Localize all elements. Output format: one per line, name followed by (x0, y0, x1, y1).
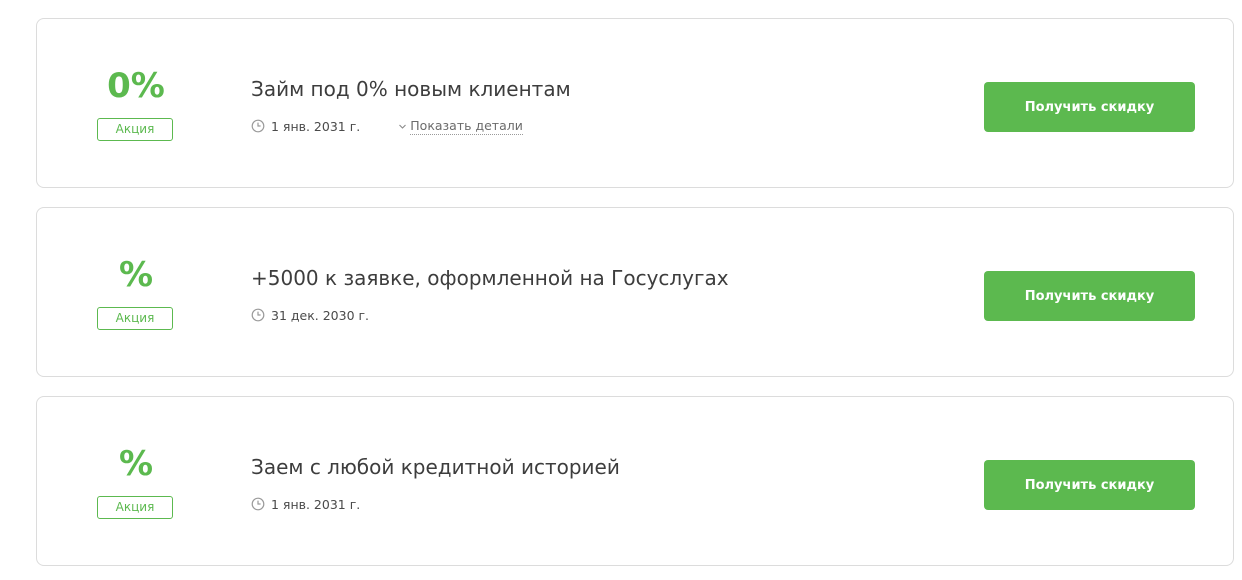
promo-badge: Акция (97, 496, 173, 519)
promo-badge: Акция (97, 118, 173, 141)
offer-meta: 1 янв. 2031 г. (251, 495, 360, 513)
offer-date: 1 янв. 2031 г. (271, 496, 361, 512)
get-discount-button[interactable]: Получить скидку (984, 271, 1195, 321)
offer-card: % Акция Заем с любой кредитной историей … (36, 396, 1234, 566)
discount-block: % Акция (97, 441, 175, 519)
show-details-link[interactable]: Показать детали (398, 118, 523, 135)
offer-meta: 1 янв. 2031 г. Показать детали (251, 117, 523, 135)
offer-meta: 31 дек. 2030 г. (251, 306, 369, 324)
clock-icon (251, 497, 265, 511)
offer-card: 0% Акция Займ под 0% новым клиентам 1 ян… (36, 18, 1234, 188)
discount-value: % (118, 444, 154, 484)
chevron-down-icon (399, 124, 407, 129)
offer-title: Заем с любой кредитной историей (251, 455, 620, 479)
get-discount-button[interactable]: Получить скидку (984, 460, 1195, 510)
clock-icon (251, 308, 265, 322)
offers-list: 0% Акция Займ под 0% новым клиентам 1 ян… (0, 0, 1242, 580)
offer-title: Займ под 0% новым клиентам (251, 77, 571, 101)
offer-title: +5000 к заявке, оформленной на Госуслуга… (251, 266, 729, 290)
discount-value: 0% (107, 66, 165, 106)
offer-card: % Акция +5000 к заявке, оформленной на Г… (36, 207, 1234, 377)
offer-date: 31 дек. 2030 г. (271, 307, 370, 323)
discount-block: % Акция (97, 252, 175, 330)
promo-badge: Акция (97, 307, 173, 330)
offer-date: 1 янв. 2031 г. (271, 118, 361, 134)
discount-value: % (118, 255, 154, 295)
discount-block: 0% Акция (97, 63, 175, 141)
clock-icon (251, 119, 265, 133)
show-details-label: Показать детали (410, 117, 523, 135)
get-discount-button[interactable]: Получить скидку (984, 82, 1195, 132)
